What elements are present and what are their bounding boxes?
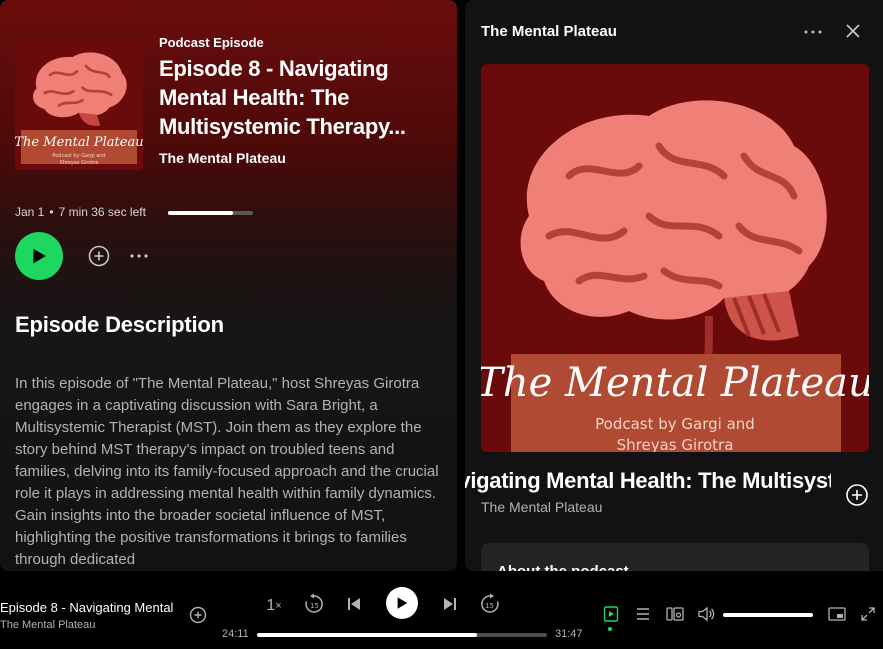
- ellipsis-icon: [804, 30, 822, 34]
- skip-back-icon: 15: [305, 593, 323, 613]
- episode-progress-fill: [168, 211, 233, 215]
- cover-subtitle-text-2: Shreyas Girotra: [60, 160, 99, 166]
- now-playing-view-icon: [603, 606, 619, 622]
- skip-previous-icon: [348, 598, 360, 610]
- volume-slider-fill: [723, 613, 813, 617]
- cover-large-subtitle-text: Podcast by Gargi and: [595, 415, 755, 433]
- playback-speed-button[interactable]: 1 ×: [263, 595, 285, 617]
- episode-meta: Jan 1 • 7 min 36 sec left: [15, 205, 146, 219]
- now-playing-view-title[interactable]: The Mental Plateau: [481, 23, 617, 40]
- skip-back-15-button[interactable]: 15: [302, 592, 326, 616]
- close-icon: [846, 24, 860, 38]
- now-playing-add-button[interactable]: [845, 483, 869, 507]
- now-playing-view: The Mental Plateau The Mental Plateau Po…: [465, 0, 883, 571]
- active-indicator-dot: [608, 627, 612, 631]
- cover-large-title-text: The Mental Plateau: [481, 360, 869, 406]
- episode-page: The Mental Plateau Podcast by Gargi and …: [0, 0, 457, 571]
- plus-circle-icon: [189, 606, 207, 624]
- now-playing-show[interactable]: The Mental Plateau: [0, 619, 95, 631]
- total-time: 31:47: [555, 628, 583, 640]
- more-options-button[interactable]: [128, 246, 150, 266]
- skip-forward-label: 15: [485, 602, 494, 610]
- mute-button[interactable]: [697, 604, 717, 624]
- episode-date: Jan 1: [15, 205, 45, 219]
- player-bar: Episode 8 - Navigating Mental Health: Th…: [0, 571, 883, 649]
- elapsed-time: 24:11: [222, 628, 249, 640]
- expand-icon: [861, 607, 875, 621]
- seek-bar-fill: [257, 633, 478, 637]
- speed-suffix: ×: [275, 600, 282, 612]
- description-heading: Episode Description: [15, 312, 224, 337]
- fullscreen-button[interactable]: [858, 604, 878, 624]
- connect-device-button[interactable]: [665, 604, 685, 624]
- episode-time-left: 7 min 36 sec left: [58, 205, 146, 219]
- cover-large-subtitle-text-2: Shreyas Girotra: [617, 436, 734, 452]
- scrolling-title-text: Episode 8 - Navigating Mental Health: Th…: [465, 468, 831, 493]
- seek-bar[interactable]: [257, 633, 547, 637]
- show-link[interactable]: The Mental Plateau: [159, 150, 286, 166]
- about-podcast-label: About the podcast: [497, 563, 629, 571]
- skip-next-icon: [444, 598, 456, 610]
- now-playing-episode-title[interactable]: Episode 8 - Navigating Mental Health: Th…: [465, 468, 831, 494]
- now-playing-title[interactable]: Episode 8 - Navigating Mental Health: Th…: [0, 600, 178, 615]
- meta-separator: •: [49, 205, 54, 219]
- play-button[interactable]: [15, 232, 63, 280]
- player-play-button[interactable]: [386, 587, 418, 619]
- play-icon: [33, 248, 46, 264]
- volume-slider[interactable]: [723, 613, 813, 617]
- cover-title-text: The Mental Plateau: [15, 135, 143, 150]
- device-icon: [666, 607, 684, 621]
- now-playing-show-link[interactable]: The Mental Plateau: [481, 499, 602, 515]
- cover-subtitle-text: Podcast by Gargi and: [52, 153, 105, 159]
- about-podcast-card[interactable]: About the podcast: [481, 543, 869, 571]
- episode-progress-bar: [168, 211, 253, 215]
- play-icon: [397, 597, 408, 609]
- skip-forward-icon: 15: [481, 593, 499, 613]
- episode-type-label: Podcast Episode: [159, 35, 264, 50]
- episode-description: In this episode of "The Mental Plateau,"…: [15, 375, 439, 568]
- add-to-library-button[interactable]: [88, 245, 110, 267]
- queue-icon: [637, 608, 649, 620]
- plus-circle-icon: [88, 245, 110, 267]
- skip-forward-15-button[interactable]: 15: [478, 592, 502, 616]
- now-playing-view-button[interactable]: [601, 604, 621, 624]
- episode-title: Episode 8 - Navigating Mental Health: Th…: [159, 56, 406, 139]
- player-add-button[interactable]: [189, 606, 207, 624]
- episode-cover-image: The Mental Plateau Podcast by Gargi and …: [15, 42, 143, 170]
- queue-button[interactable]: [633, 604, 653, 624]
- miniplayer-button[interactable]: [827, 604, 847, 624]
- plus-circle-icon: [846, 484, 868, 506]
- previous-button[interactable]: [342, 592, 366, 616]
- skip-back-label: 15: [310, 602, 319, 610]
- next-button[interactable]: [438, 592, 462, 616]
- ellipsis-icon: [130, 254, 148, 258]
- close-panel-button[interactable]: [845, 23, 861, 39]
- now-playing-more-button[interactable]: [803, 22, 823, 46]
- miniplayer-icon: [828, 607, 846, 621]
- podcast-cover-large[interactable]: The Mental Plateau Podcast by Gargi and …: [481, 64, 869, 452]
- volume-icon: [698, 606, 715, 622]
- speed-value: 1: [266, 597, 276, 614]
